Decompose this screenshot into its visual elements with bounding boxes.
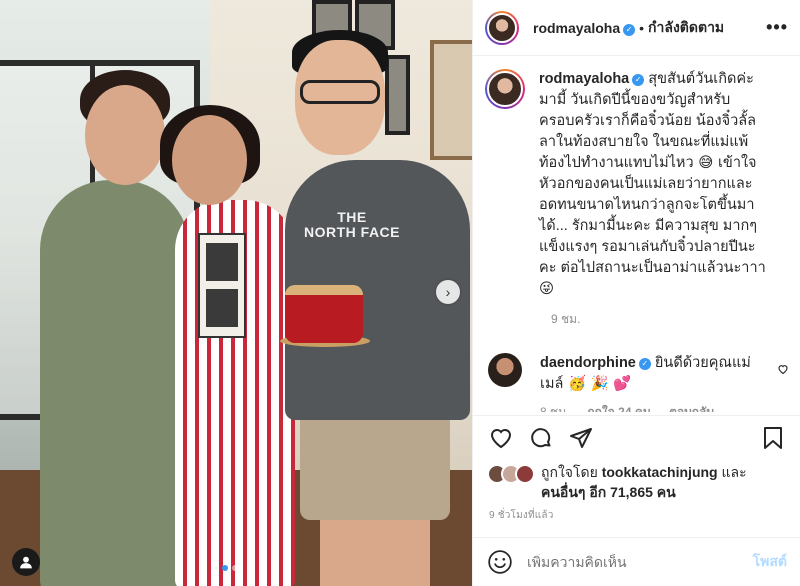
post-timestamp[interactable]: 9 ชั่วโมงที่แล้ว <box>489 508 554 523</box>
photo-person-left-body <box>40 180 190 586</box>
comment-age: 8 ชม. <box>540 405 570 412</box>
caption-text: rodmayaloha ✓ สุขสันต์วันเกิดค่ะ มามี้ วั… <box>539 71 766 297</box>
next-image-button[interactable]: › <box>436 280 460 304</box>
add-comment-bar: โพสต์ <box>473 537 800 586</box>
post-actions <box>473 415 800 459</box>
comment-button[interactable] <box>527 424 555 452</box>
comment-item: daendorphine ✓ ยินดีด้วยคุณแม่ เมล์ 🥳 🎉 💕 <box>485 353 789 395</box>
author-avatar[interactable] <box>485 10 519 45</box>
post-photo[interactable]: THE NORTH FACE › <box>0 0 472 586</box>
post-comment-button[interactable]: โพสต์ <box>753 551 787 573</box>
photo-person-middle-head <box>172 115 247 205</box>
save-button[interactable] <box>759 424 787 452</box>
photo-shelf <box>430 40 472 160</box>
caption-username[interactable]: rodmayaloha ✓ <box>539 71 645 87</box>
likes-summary: ถูกใจโดย tookkatachinjung และ คนอื่นๆ อี… <box>487 462 787 502</box>
comment-text: daendorphine ✓ ยินดีด้วยคุณแม่ เมล์ 🥳 🎉 💕 <box>540 355 751 392</box>
shirt-logo-text: THE NORTH FACE <box>304 209 400 240</box>
liker-avatar <box>515 464 535 484</box>
photo-person-right-legs <box>320 510 430 586</box>
likers-avatars[interactable] <box>487 464 535 484</box>
chevron-right-icon: › <box>445 284 451 300</box>
comments-section[interactable]: rodmayaloha ✓ สุขสันต์วันเกิดค่ะ มามี้ วั… <box>473 57 800 412</box>
carousel-dot <box>232 565 238 571</box>
like-button[interactable] <box>487 424 515 452</box>
following-button[interactable]: กำลังติดตาม <box>648 17 724 39</box>
liker-username[interactable]: tookkatachinjung <box>602 464 718 480</box>
verified-badge-icon: ✓ <box>632 74 645 86</box>
post-header: rodmayaloha ✓ • กำลังติดตาม ••• <box>473 0 800 56</box>
caption-age: 9 ชม. <box>551 312 581 326</box>
bookmark-icon <box>764 426 782 449</box>
carousel-dots <box>222 565 238 571</box>
smiley-icon <box>488 550 512 574</box>
caption: rodmayaloha ✓ สุขสันต์วันเกิดค่ะ มามี้ วั… <box>485 69 789 300</box>
share-button[interactable] <box>567 424 595 452</box>
photo-ultrasound-card <box>198 233 246 338</box>
comment-like-icon[interactable] <box>777 363 789 395</box>
tagged-users-button[interactable] <box>12 548 40 576</box>
carousel-dot-active <box>222 565 228 571</box>
commenter-username[interactable]: daendorphine <box>540 355 636 371</box>
heart-icon <box>490 428 512 448</box>
photo-birthday-cake <box>285 285 363 343</box>
post-side-panel: rodmayaloha ✓ • กำลังติดตาม ••• rodmayalo… <box>472 0 800 586</box>
photo-glasses <box>300 80 380 104</box>
comment-reply-button[interactable]: ตอบกลับ <box>669 403 714 412</box>
likes-text: ถูกใจโดย tookkatachinjung และ คนอื่นๆ อี… <box>541 464 747 500</box>
emoji-picker-button[interactable] <box>487 549 513 575</box>
user-icon <box>20 556 32 569</box>
comment-input[interactable] <box>527 554 753 570</box>
comment-meta: 8 ชม. ถูกใจ 24 คน ตอบกลับ <box>540 403 789 412</box>
more-options-icon[interactable]: ••• <box>766 17 788 38</box>
paper-plane-icon <box>570 427 592 448</box>
author-username[interactable]: rodmayaloha ✓ <box>533 20 636 36</box>
verified-badge-icon: ✓ <box>623 23 636 36</box>
photo-person-left-head <box>85 85 165 185</box>
comment-likes-link[interactable]: ถูกใจ 24 คน <box>587 403 651 412</box>
header-separator: • <box>639 19 645 36</box>
caption-avatar[interactable] <box>485 69 525 109</box>
likes-count-link[interactable]: คนอื่นๆ อีก 71,865 คน <box>541 484 676 500</box>
commenter-avatar[interactable] <box>488 353 522 387</box>
photo-wall-frame <box>385 55 410 135</box>
verified-badge-icon: ✓ <box>638 358 651 370</box>
comment-icon <box>531 427 551 447</box>
